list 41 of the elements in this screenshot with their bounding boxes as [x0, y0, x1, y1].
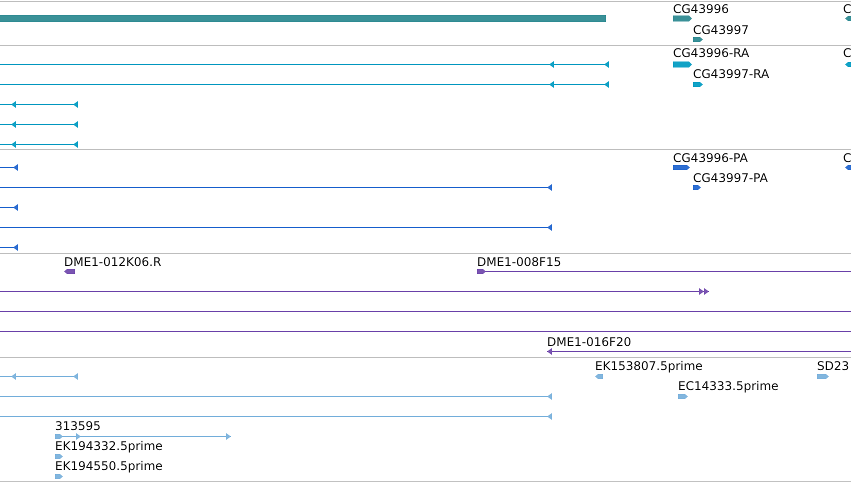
feature-label: CG43996: [673, 2, 729, 16]
transcript-line[interactable]: [0, 81, 609, 88]
feature-block[interactable]: [845, 165, 851, 170]
feature-label: C: [843, 2, 851, 16]
feature-block[interactable]: [693, 82, 703, 87]
feature-label: DME1-012K06.R: [64, 255, 162, 269]
feature-label: DME1-016F20: [547, 335, 632, 349]
feature-block[interactable]: [845, 16, 851, 21]
transcript-line[interactable]: [0, 204, 18, 211]
feature-block[interactable]: [673, 165, 690, 170]
feature-label: SD23: [817, 359, 850, 373]
feature-label: C: [843, 151, 851, 165]
feature-label: CG43996-RA: [673, 46, 750, 60]
transcript-line[interactable]: [0, 288, 710, 295]
feature-label: EK153807.5prime: [595, 359, 703, 373]
feature-label: CG43997-RA: [693, 67, 770, 81]
transcript-line[interactable]: [0, 184, 552, 191]
transcript-line[interactable]: [546, 348, 851, 355]
feature-block[interactable]: [693, 37, 703, 42]
feature-label: CG43997: [693, 23, 749, 37]
feature-label: CG43997-PA: [693, 171, 768, 185]
feature-block[interactable]: [64, 269, 75, 274]
feature-block[interactable]: [673, 16, 692, 22]
feature-label: CG43996-PA: [673, 151, 748, 165]
transcript-line[interactable]: [0, 101, 78, 108]
feature-label: DME1-008F15: [477, 255, 562, 269]
transcript-line[interactable]: [0, 141, 78, 148]
feature-block[interactable]: [673, 62, 692, 68]
feature-glyph[interactable]: [476, 269, 851, 274]
feature-label: C: [843, 46, 851, 60]
feature-label: EC14333.5prime: [678, 379, 779, 393]
feature-label: 313595: [55, 419, 101, 433]
transcript-line[interactable]: [0, 61, 609, 68]
feature-block[interactable]: [693, 185, 701, 190]
transcript-line[interactable]: [0, 224, 552, 231]
transcript-line[interactable]: [0, 164, 18, 171]
feature-label: EK194550.5prime: [55, 459, 163, 473]
transcript-line[interactable]: [0, 244, 18, 251]
transcript-line[interactable]: [0, 121, 78, 128]
feature-block[interactable]: [845, 62, 851, 67]
feature-label: EK194332.5prime: [55, 439, 163, 453]
